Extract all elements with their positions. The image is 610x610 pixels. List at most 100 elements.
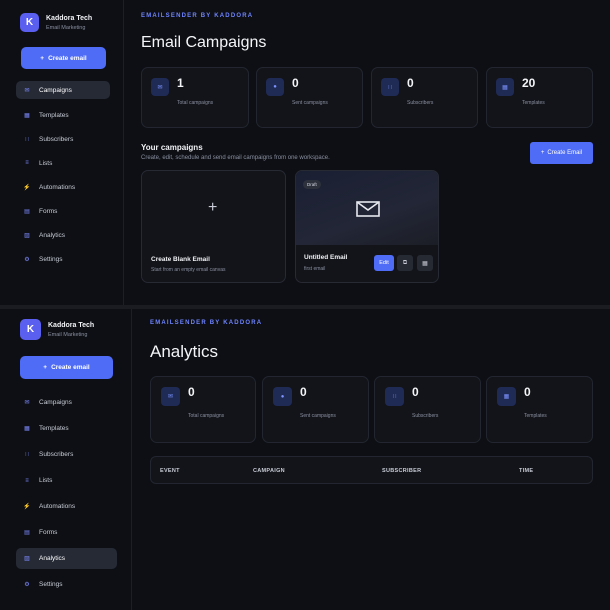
sidebar-item-label: Subscribers — [39, 135, 74, 143]
sidebar-item-analytics[interactable]: ▨ Analytics — [16, 226, 110, 244]
create-email-label: Create email — [48, 54, 87, 62]
sidebar-item-forms[interactable]: ▤ Forms — [16, 202, 110, 220]
sidebar-item-subscribers[interactable]: ∷ Subscribers — [16, 130, 110, 148]
brand-name: Kaddora Tech — [46, 14, 93, 22]
send-icon: ● — [266, 78, 284, 96]
subscribers-icon: ∷ — [25, 136, 29, 143]
sidebar-item-templates[interactable]: ▦ Templates — [16, 418, 117, 439]
analytics-screen: K Kaddora Tech Email Marketing + Create … — [0, 309, 610, 610]
column-header-time: TIME — [519, 468, 534, 474]
stat-value: 0 — [292, 76, 299, 90]
sidebar-item-label: Settings — [39, 581, 63, 588]
create-blank-email-card[interactable]: + Create Blank Email Start from an empty… — [141, 170, 286, 283]
sidebar-item-analytics[interactable]: ▨ Analytics — [16, 548, 117, 569]
campaign-card[interactable]: Draft Untitled Email first email Edit ⧉ … — [295, 170, 439, 283]
trash-icon[interactable]: ▦ — [417, 255, 433, 271]
stat-value: 20 — [522, 76, 536, 90]
card-title: Untitled Email — [304, 254, 348, 261]
sidebar-item-label: Lists — [39, 477, 53, 484]
campaign-preview: Draft — [296, 171, 438, 245]
sidebar-item-lists[interactable]: ≡ Lists — [16, 470, 117, 491]
card-title: Create Blank Email — [151, 256, 210, 263]
stat-label: Templates — [522, 100, 545, 106]
stat-label: Total campaigns — [188, 413, 225, 419]
eyebrow-label: EMAILSENDER BY KADDORA — [150, 320, 263, 326]
stat-value: 0 — [524, 385, 531, 399]
sidebar-item-automations[interactable]: ⚡ Automations — [16, 178, 110, 196]
stat-value: 0 — [188, 385, 195, 399]
plus-icon: + — [43, 364, 48, 371]
bolt-icon: ⚡ — [23, 184, 31, 191]
mail-icon: ✉ — [24, 87, 30, 94]
sidebar-item-label: Automations — [39, 183, 76, 191]
mail-icon: ✉ — [151, 78, 169, 96]
brand-logo: K — [20, 319, 41, 340]
plus-icon: + — [40, 54, 45, 62]
template-icon: ▦ — [24, 426, 30, 432]
events-table: EVENT CAMPAIGN SUBSCRIBER TIME — [150, 456, 593, 484]
sidebar-item-label: Subscribers — [39, 451, 74, 458]
campaigns-screen: K Kaddora Tech Email Marketing + Create … — [0, 0, 610, 305]
template-icon: ▦ — [497, 387, 516, 406]
column-header-campaign: CAMPAIGN — [253, 468, 285, 474]
list-icon: ≡ — [25, 160, 29, 166]
stat-card-templates: ▦ 0 Templates — [486, 376, 593, 443]
sidebar-item-label: Forms — [39, 529, 58, 536]
mail-icon: ✉ — [24, 400, 30, 406]
create-email-button[interactable]: + Create email — [20, 356, 113, 379]
sidebar-item-campaigns[interactable]: ✉ Campaigns — [16, 81, 110, 99]
sidebar-item-automations[interactable]: ⚡ Automations — [16, 496, 117, 517]
stat-value: 0 — [300, 385, 307, 399]
subscribers-icon: ∷ — [381, 78, 399, 96]
sidebar-item-settings[interactable]: ⚙ Settings — [16, 574, 117, 595]
sidebar-item-campaigns[interactable]: ✉ Campaigns — [16, 392, 117, 413]
stat-label: Sent campaigns — [300, 413, 336, 419]
stat-card-sent-campaigns: ● 0 Sent campaigns — [256, 67, 363, 128]
list-icon: ≡ — [25, 477, 29, 484]
stat-label: Subscribers — [407, 100, 434, 106]
stat-label: Total campaigns — [177, 100, 214, 106]
template-icon: ▦ — [496, 78, 514, 96]
plus-icon: + — [208, 199, 218, 216]
card-subtitle: Start from an empty email canvas — [151, 267, 226, 273]
sidebar-item-forms[interactable]: ▤ Forms — [16, 522, 117, 543]
sidebar-item-label: Analytics — [39, 555, 66, 562]
template-icon: ▦ — [24, 112, 30, 119]
sidebar-item-label: Forms — [39, 207, 58, 215]
edit-button[interactable]: Edit — [374, 255, 394, 271]
stat-value: 0 — [407, 76, 414, 90]
brand-subtitle: Email Marketing — [48, 331, 88, 338]
sidebar-item-label: Automations — [39, 503, 76, 510]
create-email-button[interactable]: + Create email — [21, 47, 106, 69]
brand-name: Kaddora Tech — [48, 321, 95, 329]
sidebar-item-label: Settings — [39, 255, 63, 263]
stat-value: 0 — [412, 385, 419, 399]
sidebar-item-subscribers[interactable]: ∷ Subscribers — [16, 444, 117, 465]
brand-logo: K — [20, 13, 39, 32]
stat-label: Sent campaigns — [292, 100, 328, 106]
stat-label: Templates — [524, 413, 547, 419]
sidebar-item-templates[interactable]: ▦ Templates — [16, 106, 110, 124]
envelope-icon — [356, 201, 380, 217]
plus-icon: + — [540, 150, 545, 156]
sidebar: K Kaddora Tech Email Marketing + Create … — [0, 309, 132, 610]
stat-label: Subscribers — [412, 413, 439, 419]
brand: K Kaddora Tech Email Marketing — [20, 319, 94, 340]
brand-subtitle: Email Marketing — [46, 24, 86, 31]
settings-icon: ⚙ — [24, 582, 30, 588]
sidebar-item-label: Templates — [39, 111, 69, 119]
mail-icon: ✉ — [161, 387, 180, 406]
analytics-icon: ▨ — [24, 232, 30, 239]
stat-card-subscribers: ∷ 0 Subscribers — [374, 376, 481, 443]
create-email-button-secondary[interactable]: + Create Email — [530, 142, 593, 164]
stat-card-sent-campaigns: ● 0 Sent campaigns — [262, 376, 369, 443]
brand: K Kaddora Tech Email Marketing — [20, 13, 92, 32]
status-badge: Draft — [303, 180, 321, 189]
sidebar-item-label: Lists — [39, 159, 53, 167]
sidebar-item-settings[interactable]: ⚙ Settings — [16, 250, 110, 268]
column-header-subscriber: SUBSCRIBER — [382, 468, 422, 474]
subscribers-icon: ∷ — [385, 387, 404, 406]
sidebar-item-lists[interactable]: ≡ Lists — [16, 154, 110, 172]
duplicate-icon[interactable]: ⧉ — [397, 255, 413, 271]
card-subtitle: first email — [304, 266, 326, 272]
